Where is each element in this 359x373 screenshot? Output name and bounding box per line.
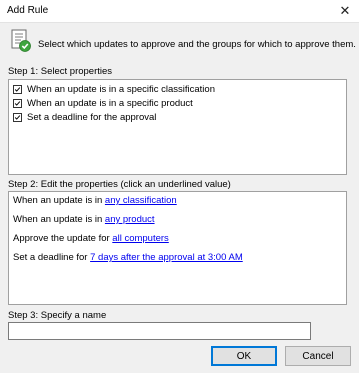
computers-link[interactable]: all computers: [112, 233, 169, 244]
edit-row-deadline: Set a deadline for 7 days after the appr…: [13, 252, 243, 263]
checkbox-product[interactable]: [13, 98, 22, 108]
step2-label: Step 2: Edit the properties (click an un…: [8, 179, 231, 190]
edit-row-classification: When an update is in any classification: [13, 195, 177, 206]
close-icon: ✕: [339, 3, 351, 18]
edit-row-text: When an update is in: [13, 214, 105, 225]
properties-list: When an update is in a specific classifi…: [8, 79, 347, 175]
edit-row-product: When an update is in any product: [13, 214, 155, 225]
window-title: Add Rule: [7, 5, 49, 16]
property-label: When an update is in a specific classifi…: [27, 83, 215, 95]
product-link[interactable]: any product: [105, 214, 155, 225]
deadline-link[interactable]: 7 days after the approval at 3:00 AM: [90, 252, 243, 263]
checkbox-deadline[interactable]: [13, 112, 22, 122]
edit-row-text: Approve the update for: [13, 233, 113, 244]
rule-name-input[interactable]: [8, 322, 311, 340]
property-item-product[interactable]: When an update is in a specific product: [13, 96, 346, 110]
edit-row-computers: Approve the update for all computers: [13, 233, 169, 244]
edit-row-text: Set a deadline for: [13, 252, 91, 263]
property-item-deadline[interactable]: Set a deadline for the approval: [13, 110, 346, 124]
close-button[interactable]: ✕: [331, 0, 359, 22]
property-item-classification[interactable]: When an update is in a specific classifi…: [13, 82, 346, 96]
rule-document-icon: [10, 29, 32, 53]
properties-editor: When an update is in any classification …: [8, 191, 347, 305]
checkbox-classification[interactable]: [13, 84, 22, 94]
property-label: Set a deadline for the approval: [27, 111, 157, 123]
ok-button[interactable]: OK: [211, 346, 277, 366]
step3-label: Step 3: Specify a name: [8, 310, 107, 321]
header-description: Select which updates to approve and the …: [38, 39, 356, 50]
edit-row-text: When an update is in: [13, 195, 105, 206]
cancel-button[interactable]: Cancel: [285, 346, 351, 366]
classification-link[interactable]: any classification: [105, 195, 177, 206]
property-label: When an update is in a specific product: [27, 97, 193, 109]
step1-label: Step 1: Select properties: [8, 66, 113, 77]
title-bar: Add Rule ✕: [0, 0, 359, 23]
